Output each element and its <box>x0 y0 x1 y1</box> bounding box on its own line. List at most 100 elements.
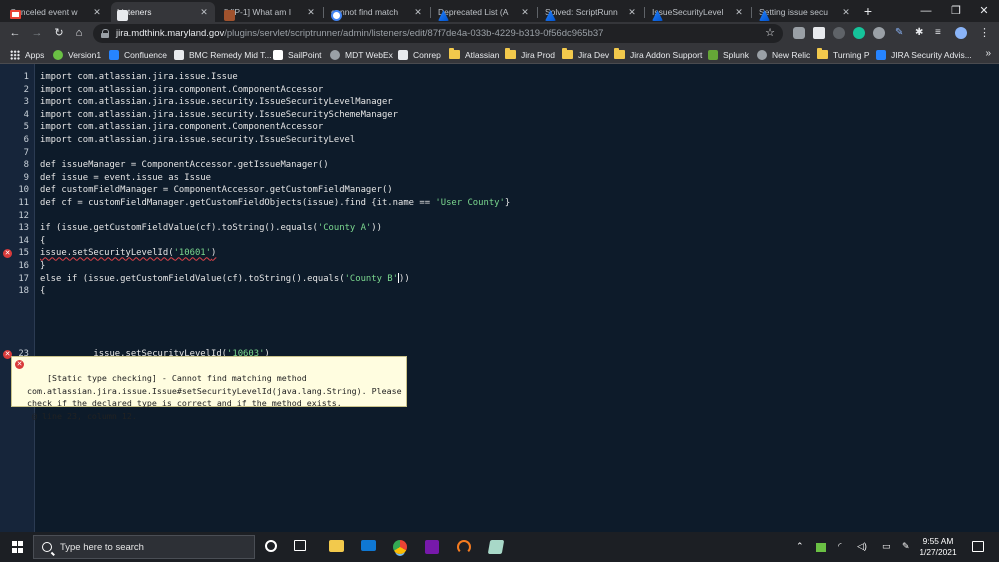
bookmark-sailpoint[interactable]: SailPoint <box>273 48 322 61</box>
close-icon[interactable]: ✕ <box>199 7 209 18</box>
cortana-icon[interactable] <box>265 540 277 552</box>
windows-start-icon[interactable] <box>12 541 24 553</box>
menu-icon[interactable]: ⋮ <box>979 27 991 39</box>
code-line[interactable]: 7 <box>0 147 999 160</box>
back-arrow-icon[interactable]: ← <box>8 26 22 40</box>
code-line[interactable]: 4 import com.atlassian.jira.issue.securit… <box>0 109 999 122</box>
script-editor[interactable]: 1 import com.atlassian.jira.issue.Issue 2 i… <box>0 64 999 532</box>
forward-arrow-icon[interactable]: → <box>30 26 44 40</box>
tray-app-icon[interactable] <box>816 543 826 552</box>
grammarly-icon[interactable] <box>853 27 865 39</box>
puzzle-icon[interactable]: ✱ <box>915 27 927 39</box>
file-explorer-icon[interactable] <box>329 540 344 552</box>
tab-vip-1[interactable]: [VIP-1] What am I ✕ <box>218 2 322 22</box>
extension-icon[interactable] <box>793 27 805 39</box>
tab-listeners[interactable]: Listeners ✕ <box>111 2 215 22</box>
volume-icon[interactable]: ◁) <box>857 541 867 552</box>
code-line[interactable]: 10 def customFieldManager = ComponentAcce… <box>0 184 999 197</box>
chevron-up-icon[interactable]: ⌃ <box>796 541 804 552</box>
close-icon[interactable]: ✕ <box>306 7 316 18</box>
close-icon[interactable]: ✕ <box>734 7 744 18</box>
tab-solved-scriptrunner[interactable]: Solved: ScriptRunn ✕ <box>539 2 643 22</box>
bookmark-new-relic[interactable]: New Relic <box>757 48 810 61</box>
code-line[interactable]: 13 if (issue.getCustomFieldValue(cf).toSt… <box>0 222 999 235</box>
close-icon[interactable]: ✕ <box>413 7 423 18</box>
code-line[interactable]: 14 { <box>0 235 999 248</box>
code-line[interactable]: 9 def issue = event.issue as Issue <box>0 172 999 185</box>
pen-icon[interactable]: ✎ <box>902 541 910 552</box>
code-line[interactable]: 8 def issueManager = ComponentAccessor.ge… <box>0 159 999 172</box>
close-icon[interactable]: ✕ <box>520 7 530 18</box>
onenote-icon[interactable] <box>425 540 439 554</box>
chrome-icon[interactable] <box>393 540 407 554</box>
bookmark-folder-jira-dev[interactable]: Jira Dev <box>562 48 609 61</box>
close-icon[interactable]: ✕ <box>841 7 851 18</box>
code-line[interactable]: 2 import com.atlassian.jira.component.Com… <box>0 84 999 97</box>
task-view-icon[interactable] <box>294 540 306 551</box>
line-number: 17 <box>18 273 29 284</box>
line-number: 12 <box>18 210 29 221</box>
minimize-button[interactable]: — <box>912 2 940 20</box>
bookmark-bmc-remedy[interactable]: BMC Remedy Mid T... <box>174 48 272 61</box>
code-line[interactable]: 5 import com.atlassian.jira.component.Com… <box>0 121 999 134</box>
line-number: 18 <box>18 286 29 297</box>
code-segment: else if (issue.getCustomFieldValue(cf).t… <box>40 273 345 284</box>
home-icon[interactable]: ⌂ <box>72 26 86 40</box>
notepad-icon[interactable] <box>487 540 505 554</box>
code-line[interactable]: 18 { <box>0 285 999 298</box>
bookmark-apps[interactable]: Apps <box>10 48 44 61</box>
code-text: def issueManager = ComponentAccessor.get… <box>40 159 329 172</box>
tab-gmail[interactable]: Canceled event w ✕ <box>4 2 108 22</box>
close-icon[interactable]: ✕ <box>627 7 637 18</box>
tab-issuesecuritylevel[interactable]: IssueSecurityLevel ✕ <box>646 2 750 22</box>
code-line[interactable]: 11 def cf = customFieldManager.getCustomF… <box>0 197 999 210</box>
mail-icon[interactable] <box>361 540 376 551</box>
media-control-icon[interactable]: ≡ <box>935 27 947 39</box>
code-line[interactable]: 17 else if (issue.getCustomFieldValue(cf)… <box>0 273 999 286</box>
code-line[interactable]: ✕ 15 issue.setSecurityLevelId('10601') <box>0 247 999 260</box>
camera-extension-icon[interactable] <box>813 27 825 39</box>
tab-google-search[interactable]: cannot find match ✕ <box>325 2 429 22</box>
code-text: import com.atlassian.jira.issue.security… <box>40 109 398 122</box>
code-line[interactable]: 16} <box>0 260 999 273</box>
string-literal: '10601' <box>173 248 211 259</box>
close-window-button[interactable]: ✕ <box>970 2 998 20</box>
network-icon[interactable]: ◜ <box>838 541 842 552</box>
notification-icon[interactable] <box>972 541 984 552</box>
app-icon[interactable] <box>457 540 471 554</box>
extension-icon[interactable] <box>873 27 885 39</box>
bookmark-folder-turning-p[interactable]: Turning P <box>817 48 870 61</box>
bookmark-folder-atlassian[interactable]: Atlassian <box>449 48 500 61</box>
extension-icon[interactable] <box>833 27 845 39</box>
bookmark-version1[interactable]: Version1 <box>53 48 101 61</box>
pen-extension-icon[interactable]: ✎ <box>895 27 907 39</box>
code-text: else if (issue.getCustomFieldValue(cf).t… <box>40 273 410 286</box>
taskbar-search-box[interactable]: Type here to search <box>33 535 255 559</box>
bookmark-jira-security-advisories[interactable]: JIRA Security Advis... <box>876 48 972 61</box>
tooltip-line-4: @ line 23, column 12. <box>27 410 137 421</box>
tab-setting-issue-security[interactable]: Setting issue secu ✕ <box>753 2 857 22</box>
code-line[interactable]: 1 import com.atlassian.jira.issue.Issue <box>0 71 999 84</box>
tab-deprecated-list[interactable]: Deprecated List (A ✕ <box>432 2 536 22</box>
reload-icon[interactable]: ↻ <box>52 26 66 40</box>
code-line[interactable]: 12 <box>0 210 999 223</box>
bookmark-folder-jira-prod[interactable]: Jira Prod <box>505 48 555 61</box>
keyboard-icon[interactable]: ▭ <box>882 541 891 552</box>
close-icon[interactable]: ✕ <box>92 7 102 18</box>
address-bar[interactable]: jira.mdthink.maryland.gov/plugins/servle… <box>93 24 783 43</box>
profile-avatar[interactable] <box>955 27 967 39</box>
sailpoint-icon <box>273 49 283 60</box>
lock-icon <box>101 29 110 38</box>
bookmark-confluence[interactable]: Confluence <box>109 48 167 61</box>
code-line[interactable]: 6 import com.atlassian.jira.issue.securit… <box>0 134 999 147</box>
new-tab-button[interactable]: + <box>861 3 875 19</box>
bookmark-conrep[interactable]: Conrep <box>398 48 441 61</box>
bookmark-mdt-webex[interactable]: MDT WebEx <box>330 48 393 61</box>
restore-button[interactable]: ❐ <box>942 2 970 20</box>
bookmark-star-icon[interactable]: ☆ <box>765 26 775 39</box>
bookmarks-overflow-button[interactable]: » <box>985 48 991 59</box>
code-line[interactable]: 3 import com.atlassian.jira.issue.securit… <box>0 96 999 109</box>
bookmark-folder-jira-addon-support[interactable]: Jira Addon Support <box>614 48 702 61</box>
taskbar-clock[interactable]: 9:55 AM 1/27/2021 <box>912 536 964 558</box>
bookmark-splunk[interactable]: Splunk <box>708 48 749 61</box>
